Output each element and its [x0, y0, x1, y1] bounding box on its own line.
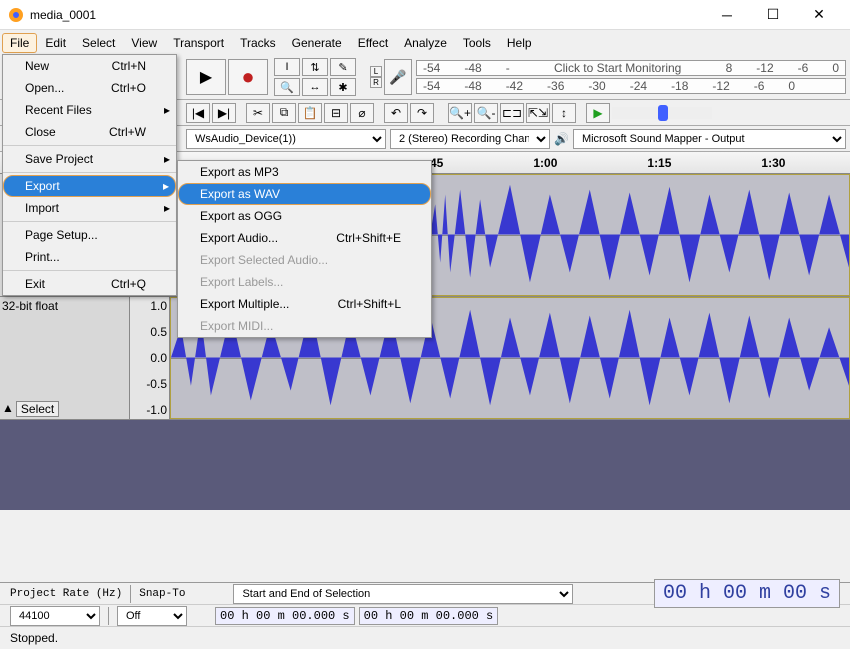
status-text: Stopped.	[10, 631, 58, 645]
track-collapse-icon[interactable]: ▲	[2, 401, 14, 417]
selection-mode-select[interactable]: Start and End of Selection	[233, 584, 573, 604]
record-button[interactable]: ●	[228, 59, 268, 95]
menu-view[interactable]: View	[123, 33, 165, 53]
menuitem-recent-files[interactable]: Recent Files	[3, 99, 176, 121]
snap-label: Snap-To	[139, 588, 185, 600]
menuitem-exit[interactable]: ExitCtrl+Q	[3, 273, 176, 295]
paste-icon[interactable]: 📋	[298, 103, 322, 123]
selection-tool-icon[interactable]: I	[274, 58, 300, 76]
zoom-out-icon[interactable]: 🔍-	[474, 103, 498, 123]
export-submenu: Export as MP3Export as WAVExport as OGGE…	[177, 160, 432, 338]
timeshift-tool-icon[interactable]: ↔	[302, 78, 328, 96]
selection-start[interactable]: 00 h 00 m 00.000 s	[215, 607, 355, 625]
menuitem-export-audio-[interactable]: Export Audio...Ctrl+Shift+E	[178, 227, 431, 249]
minimize-button[interactable]: ─	[704, 0, 750, 30]
recording-meter[interactable]: -54-48- Click to Start Monitoring 8-12-6…	[416, 60, 846, 76]
track-select-button[interactable]: Select	[16, 401, 59, 417]
play-at-speed-icon[interactable]: ▶	[586, 103, 610, 123]
menuitem-save-project[interactable]: Save Project	[3, 148, 176, 170]
track-area-empty[interactable]	[0, 420, 850, 510]
menu-effect[interactable]: Effect	[350, 33, 396, 53]
menu-help[interactable]: Help	[499, 33, 540, 53]
speed-slider[interactable]	[612, 107, 712, 119]
zoom-sel-icon[interactable]: ⊏⊐	[500, 103, 524, 123]
menu-generate[interactable]: Generate	[284, 33, 350, 53]
app-logo-icon	[8, 7, 24, 23]
cut-icon[interactable]: ✂	[246, 103, 270, 123]
project-rate-select[interactable]: 44100	[10, 606, 100, 626]
redo-icon[interactable]: ↷	[410, 103, 434, 123]
window-title: media_0001	[30, 8, 704, 22]
draw-tool-icon[interactable]: ✎	[330, 58, 356, 76]
output-device-select[interactable]: Microsoft Sound Mapper - Output	[573, 129, 846, 149]
menuitem-export-as-mp-[interactable]: Export as MP3	[178, 161, 431, 183]
channels-select[interactable]: 2 (Stereo) Recording Chann	[390, 129, 550, 149]
undo-icon[interactable]: ↶	[384, 103, 408, 123]
menu-file[interactable]: File	[2, 33, 37, 53]
menuitem-export-labels-: Export Labels...	[178, 271, 431, 293]
menuitem-export-as-ogg[interactable]: Export as OGG	[178, 205, 431, 227]
menuitem-export-as-wav[interactable]: Export as WAV	[178, 183, 431, 205]
close-button[interactable]: ✕	[796, 0, 842, 30]
maximize-button[interactable]: ☐	[750, 0, 796, 30]
audio-position[interactable]: 00 h 00 m 00 s	[654, 579, 840, 608]
silence-icon[interactable]: ⌀	[350, 103, 374, 123]
selection-end[interactable]: 00 h 00 m 00.000 s	[359, 607, 499, 625]
menubar: FileEditSelectViewTransportTracksGenerat…	[0, 30, 850, 55]
menu-tools[interactable]: Tools	[455, 33, 499, 53]
menu-analyze[interactable]: Analyze	[396, 33, 455, 53]
menuitem-export[interactable]: Export	[3, 175, 176, 197]
multi-tool-icon[interactable]: ✱	[330, 78, 356, 96]
project-rate-label: Project Rate (Hz)	[10, 588, 122, 600]
zoom-toggle-icon[interactable]: ↕	[552, 103, 576, 123]
copy-icon[interactable]: ⧉	[272, 103, 296, 123]
playback-meter[interactable]: -54-48-42-36-30-24-18-12-60	[416, 78, 846, 94]
menu-tracks[interactable]: Tracks	[232, 33, 284, 53]
menu-select[interactable]: Select	[74, 33, 123, 53]
skip-start-icon[interactable]: |◀	[186, 103, 210, 123]
zoom-fit-icon[interactable]: ⇱⇲	[526, 103, 550, 123]
zoom-tool-icon[interactable]: 🔍	[274, 78, 300, 96]
menuitem-export-midi-: Export MIDI...	[178, 315, 431, 337]
audio-host-select[interactable]: WsAudio_Device(1))	[186, 129, 386, 149]
menuitem-page-setup-[interactable]: Page Setup...	[3, 224, 176, 246]
trim-icon[interactable]: ⊟	[324, 103, 348, 123]
envelope-tool-icon[interactable]: ⇅	[302, 58, 328, 76]
speaker-icon: 🔊	[554, 132, 569, 146]
menu-transport[interactable]: Transport	[165, 33, 232, 53]
menuitem-import[interactable]: Import	[3, 197, 176, 219]
snap-select[interactable]: Off	[117, 606, 187, 626]
menuitem-export-selected-audio-: Export Selected Audio...	[178, 249, 431, 271]
track-panel-2[interactable]: 32-bit float ▲Select	[0, 297, 130, 419]
titlebar: media_0001 ─ ☐ ✕	[0, 0, 850, 30]
mic-icon[interactable]: 🎤	[384, 59, 412, 95]
play-button[interactable]: ▶	[186, 59, 226, 95]
skip-end-icon[interactable]: ▶|	[212, 103, 236, 123]
menuitem-new[interactable]: NewCtrl+N	[3, 55, 176, 77]
menu-edit[interactable]: Edit	[37, 33, 74, 53]
zoom-in-icon[interactable]: 🔍+	[448, 103, 472, 123]
menuitem-export-multiple-[interactable]: Export Multiple...Ctrl+Shift+L	[178, 293, 431, 315]
menuitem-close[interactable]: CloseCtrl+W	[3, 121, 176, 143]
menuitem-print-[interactable]: Print...	[3, 246, 176, 268]
file-menu: NewCtrl+NOpen...Ctrl+ORecent FilesCloseC…	[2, 54, 177, 296]
menuitem-open-[interactable]: Open...Ctrl+O	[3, 77, 176, 99]
